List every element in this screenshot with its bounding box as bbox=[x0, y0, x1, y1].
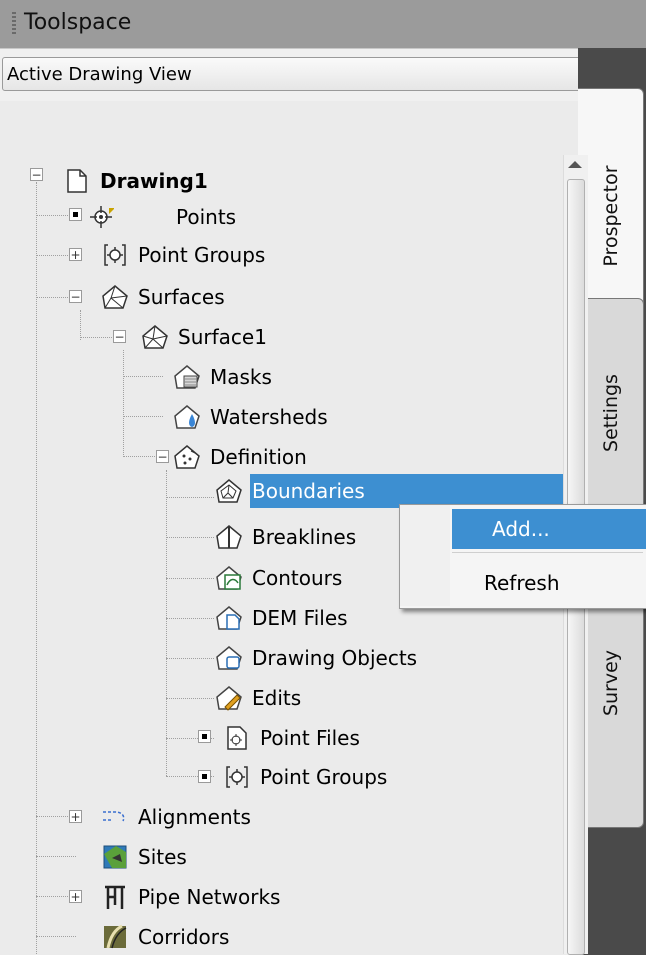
toolspace-title: Toolspace bbox=[24, 10, 132, 35]
tree-item-label: Drawing Objects bbox=[252, 646, 418, 670]
expand-dot-icon[interactable] bbox=[198, 730, 211, 743]
tree-item-label: Surface1 bbox=[178, 325, 267, 349]
tree-item-label: Contours bbox=[252, 566, 343, 590]
expand-icon[interactable]: + bbox=[69, 810, 82, 823]
contours-icon bbox=[214, 563, 244, 593]
menu-item-refresh[interactable]: Refresh bbox=[400, 563, 646, 603]
point-files-icon bbox=[222, 723, 252, 753]
tree-item-label: Alignments bbox=[138, 805, 251, 829]
tree-item-label: Point Groups bbox=[138, 243, 266, 267]
tree-item-label: Corridors bbox=[138, 925, 230, 949]
tree-item-drawing1[interactable]: Drawing1 bbox=[62, 164, 208, 198]
tree-item-label: Watersheds bbox=[210, 405, 328, 429]
tree-item-dem-files[interactable]: DEM Files bbox=[214, 601, 348, 635]
tree-item-corridors[interactable]: Corridors bbox=[100, 920, 229, 954]
dem-files-icon bbox=[214, 603, 244, 633]
pipe-networks-icon bbox=[100, 882, 130, 912]
tree-item-label: Definition bbox=[210, 445, 307, 469]
tree-item-pipe-networks[interactable]: Pipe Networks bbox=[100, 880, 280, 914]
surfaces-icon bbox=[100, 282, 130, 312]
collapse-icon[interactable]: − bbox=[113, 330, 126, 343]
tree-item-label: Edits bbox=[252, 686, 302, 710]
expand-icon[interactable]: + bbox=[69, 890, 82, 903]
tree-item-alignments[interactable]: Alignments bbox=[100, 800, 251, 834]
collapse-icon[interactable]: − bbox=[156, 450, 169, 463]
drawing-icon bbox=[62, 166, 92, 196]
tab-prospector-label: Prospector bbox=[599, 164, 622, 267]
tree-item-points[interactable]: Points bbox=[86, 200, 236, 234]
drawing-objects-icon bbox=[214, 643, 244, 673]
collapse-icon[interactable]: − bbox=[30, 168, 43, 181]
tree-item-watersheds[interactable]: Watersheds bbox=[172, 400, 328, 434]
menu-item-refresh-label: Refresh bbox=[484, 571, 560, 595]
collapse-icon[interactable]: − bbox=[69, 290, 82, 303]
view-selector-dropdown[interactable]: Active Drawing View bbox=[2, 57, 604, 91]
tree-item-label: Surfaces bbox=[138, 285, 225, 309]
tree-item-surface1[interactable]: Surface1 bbox=[140, 320, 267, 354]
tab-survey-label: Survey bbox=[599, 649, 622, 717]
sites-icon bbox=[100, 842, 130, 872]
tree-item-contours[interactable]: Contours bbox=[214, 561, 342, 595]
tree-item-label: Pipe Networks bbox=[138, 885, 281, 909]
tree-item-label: Masks bbox=[210, 365, 272, 389]
tree-item-label: Sites bbox=[138, 845, 187, 869]
masks-icon bbox=[172, 362, 202, 392]
point-groups-icon bbox=[222, 762, 252, 792]
grip-handle[interactable] bbox=[12, 12, 16, 34]
surface-icon bbox=[140, 322, 170, 352]
tree-item-label: DEM Files bbox=[252, 606, 348, 630]
tree-item-sites[interactable]: Sites bbox=[100, 840, 187, 874]
tree-item-label: Boundaries bbox=[252, 479, 365, 503]
watersheds-icon bbox=[172, 402, 202, 432]
expand-dot-icon[interactable] bbox=[198, 770, 211, 783]
breaklines-icon bbox=[214, 522, 244, 552]
menu-separator bbox=[452, 552, 643, 553]
point-group-icon bbox=[100, 240, 130, 270]
alignments-icon bbox=[100, 802, 130, 832]
corridors-icon bbox=[100, 922, 130, 952]
toolspace-tabs: Prospector Settings Survey bbox=[578, 48, 646, 954]
menu-item-add[interactable]: Add... bbox=[400, 509, 646, 549]
tree-item-label: Drawing1 bbox=[100, 169, 208, 193]
menu-item-add-label: Add... bbox=[492, 517, 550, 541]
point-icon bbox=[86, 202, 116, 232]
toolspace-titlebar[interactable]: Toolspace bbox=[0, 0, 646, 48]
tree-item-boundaries[interactable]: Boundaries bbox=[214, 474, 365, 508]
tree-item-edits[interactable]: Edits bbox=[214, 681, 301, 715]
tree-item-label: Point Files bbox=[260, 726, 360, 750]
tree-item-breaklines[interactable]: Breaklines bbox=[214, 520, 356, 554]
tree-item-point-groups-2[interactable]: Point Groups bbox=[222, 760, 387, 794]
definition-icon bbox=[172, 442, 202, 472]
scroll-up-icon[interactable] bbox=[568, 161, 582, 168]
tree-item-label: Breaklines bbox=[252, 525, 357, 549]
boundaries-icon bbox=[214, 476, 244, 506]
tree-item-surfaces[interactable]: Surfaces bbox=[100, 280, 225, 314]
tree-item-label: Point Groups bbox=[260, 765, 388, 789]
tree-item-label: Points bbox=[176, 205, 237, 229]
expand-icon[interactable]: + bbox=[69, 248, 82, 261]
tree-item-definition[interactable]: Definition bbox=[172, 440, 307, 474]
tree-item-masks[interactable]: Masks bbox=[172, 360, 272, 394]
tree-item-point-groups[interactable]: Point Groups bbox=[100, 238, 265, 272]
context-menu: Add... Refresh bbox=[399, 504, 646, 609]
tree-item-point-files[interactable]: Point Files bbox=[222, 721, 360, 755]
view-selector-value: Active Drawing View bbox=[7, 64, 192, 85]
edits-icon bbox=[214, 683, 244, 713]
tree-item-drawing-objects[interactable]: Drawing Objects bbox=[214, 641, 417, 675]
tab-settings-label: Settings bbox=[599, 374, 622, 452]
expand-dot-icon[interactable] bbox=[69, 208, 82, 221]
